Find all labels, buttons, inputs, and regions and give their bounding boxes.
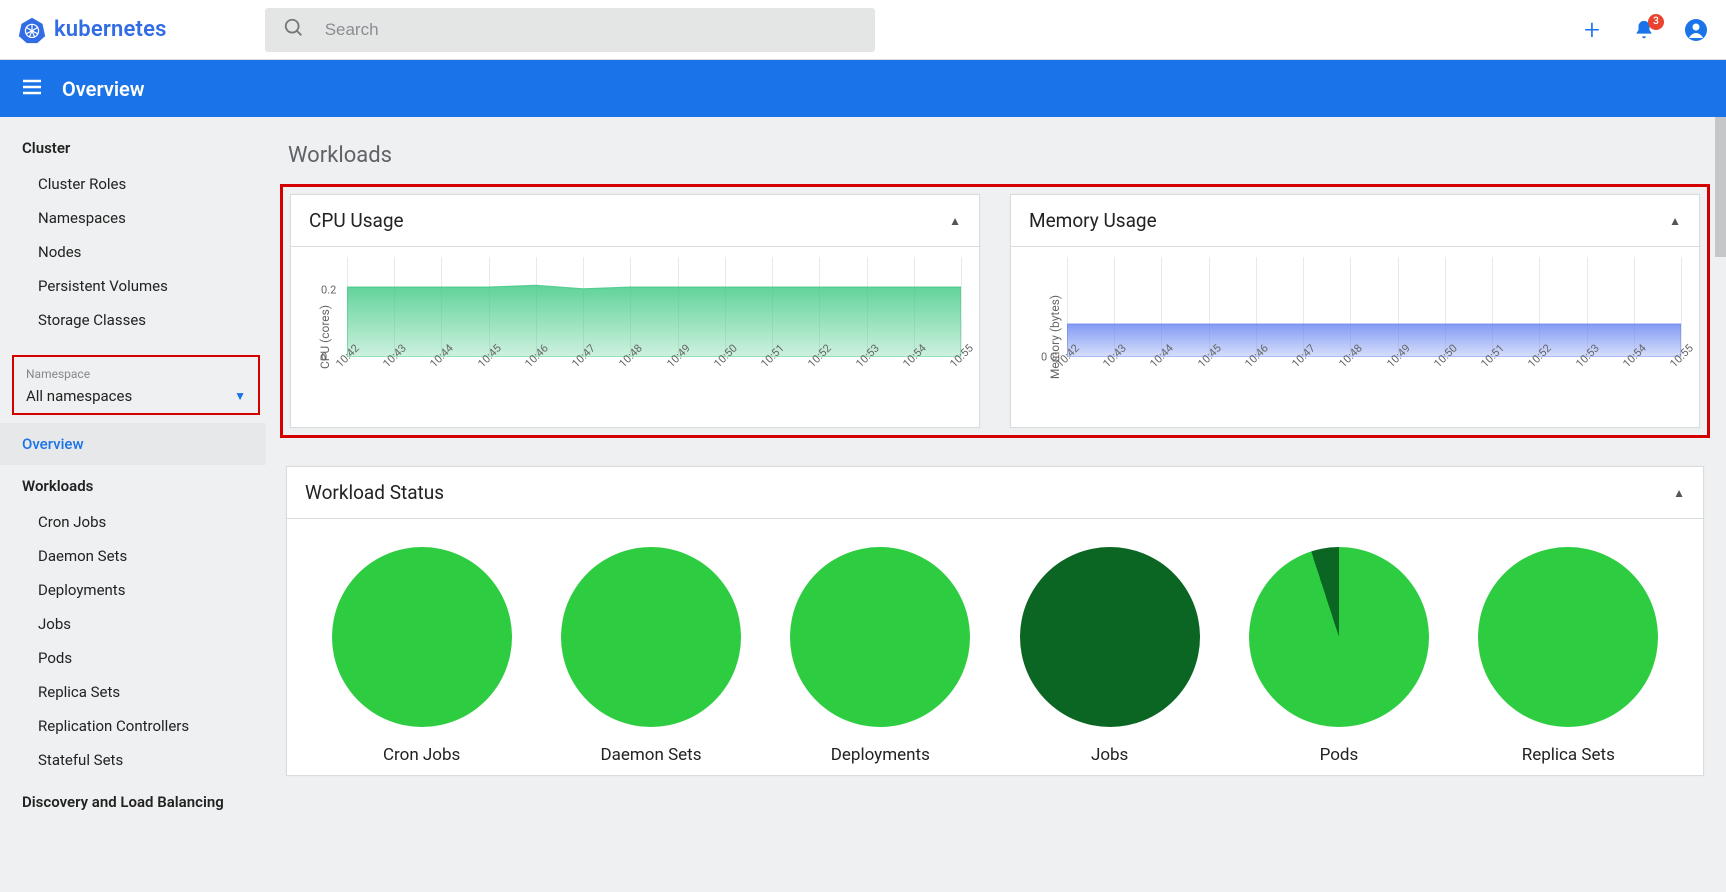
- logo[interactable]: kubernetes: [18, 16, 167, 44]
- account-button[interactable]: [1684, 18, 1708, 42]
- pie-chart: [1478, 547, 1658, 727]
- logo-text: kubernetes: [54, 17, 167, 42]
- kubernetes-logo-icon: [18, 16, 46, 44]
- donut-label: Daemon Sets: [600, 745, 701, 765]
- memory-card-title: Memory Usage: [1029, 209, 1157, 232]
- search-box[interactable]: [265, 8, 875, 52]
- sidebar-item-deployments[interactable]: Deployments: [0, 573, 266, 607]
- menu-toggle-button[interactable]: [20, 75, 44, 103]
- status-donut-pods: Pods: [1249, 547, 1429, 765]
- namespace-selector-value: All namespaces: [26, 387, 132, 405]
- status-donut-deployments: Deployments: [790, 547, 970, 765]
- create-button[interactable]: +: [1580, 18, 1604, 42]
- donut-label: Pods: [1320, 745, 1359, 765]
- notifications-button[interactable]: 3: [1632, 18, 1656, 42]
- sidebar-item-storage-classes[interactable]: Storage Classes: [0, 303, 266, 337]
- donut-label: Replica Sets: [1522, 745, 1615, 765]
- y-tick: 0: [321, 351, 327, 364]
- sidebar-group-cluster[interactable]: Cluster: [0, 129, 266, 167]
- sidebar-group-discovery[interactable]: Discovery and Load Balancing: [0, 783, 266, 821]
- sidebar-item-replication-controllers[interactable]: Replication Controllers: [0, 709, 266, 743]
- collapse-button[interactable]: ▲: [1673, 486, 1685, 500]
- page-title: Overview: [62, 77, 145, 101]
- workload-status-card: Workload Status ▲ Cron Jobs Daemon Sets De…: [286, 466, 1704, 776]
- section-title: Workloads: [288, 143, 1704, 168]
- main-content: Workloads CPU Usage ▲ CPU (cores) 00.2 1…: [266, 117, 1726, 892]
- scrollbar[interactable]: [1715, 117, 1726, 257]
- status-donut-cron-jobs: Cron Jobs: [332, 547, 512, 765]
- sidebar-group-workloads[interactable]: Workloads: [0, 467, 266, 505]
- sidebar-item-pods[interactable]: Pods: [0, 641, 266, 675]
- action-bar: Overview: [0, 60, 1726, 117]
- donut-label: Deployments: [831, 745, 930, 765]
- sidebar-item-namespaces[interactable]: Namespaces: [0, 201, 266, 235]
- collapse-button[interactable]: ▲: [949, 214, 961, 228]
- cpu-card-title: CPU Usage: [309, 209, 404, 232]
- sidebar-item-overview[interactable]: Overview: [0, 423, 266, 465]
- chevron-down-icon: ▼: [234, 389, 246, 403]
- sidebar-item-jobs[interactable]: Jobs: [0, 607, 266, 641]
- status-donut-replica-sets: Replica Sets: [1478, 547, 1658, 765]
- donut-label: Jobs: [1091, 745, 1128, 765]
- sidebar-item-cron-jobs[interactable]: Cron Jobs: [0, 505, 266, 539]
- top-header: kubernetes + 3: [0, 0, 1726, 60]
- pie-chart: [561, 547, 741, 727]
- sidebar-item-nodes[interactable]: Nodes: [0, 235, 266, 269]
- sidebar-item-cluster-roles[interactable]: Cluster Roles: [0, 167, 266, 201]
- namespace-selector[interactable]: Namespace All namespaces ▼: [12, 355, 260, 415]
- namespace-selector-label: Namespace: [26, 367, 246, 381]
- notification-badge: 3: [1648, 14, 1664, 30]
- sidebar-item-stateful-sets[interactable]: Stateful Sets: [0, 743, 266, 777]
- pie-chart: [332, 547, 512, 727]
- search-input[interactable]: [323, 19, 857, 41]
- y-tick: 0.2: [321, 284, 336, 297]
- sidebar-item-persistent-volumes[interactable]: Persistent Volumes: [0, 269, 266, 303]
- pie-chart: [790, 547, 970, 727]
- search-icon: [283, 17, 305, 43]
- workload-status-title: Workload Status: [305, 481, 444, 504]
- pie-chart: [1020, 547, 1200, 727]
- status-donut-jobs: Jobs: [1020, 547, 1200, 765]
- sidebar-item-daemon-sets[interactable]: Daemon Sets: [0, 539, 266, 573]
- sidebar-item-replica-sets[interactable]: Replica Sets: [0, 675, 266, 709]
- pie-chart: [1249, 547, 1429, 727]
- sidebar: Cluster Cluster RolesNamespacesNodesPers…: [0, 117, 266, 892]
- collapse-button[interactable]: ▲: [1669, 214, 1681, 228]
- status-donut-daemon-sets: Daemon Sets: [561, 547, 741, 765]
- memory-usage-card: Memory Usage ▲ Memory (bytes) 0 Gi 10:42…: [1010, 194, 1700, 428]
- donut-label: Cron Jobs: [383, 745, 460, 765]
- cpu-usage-card: CPU Usage ▲ CPU (cores) 00.2 10:4210:431…: [290, 194, 980, 428]
